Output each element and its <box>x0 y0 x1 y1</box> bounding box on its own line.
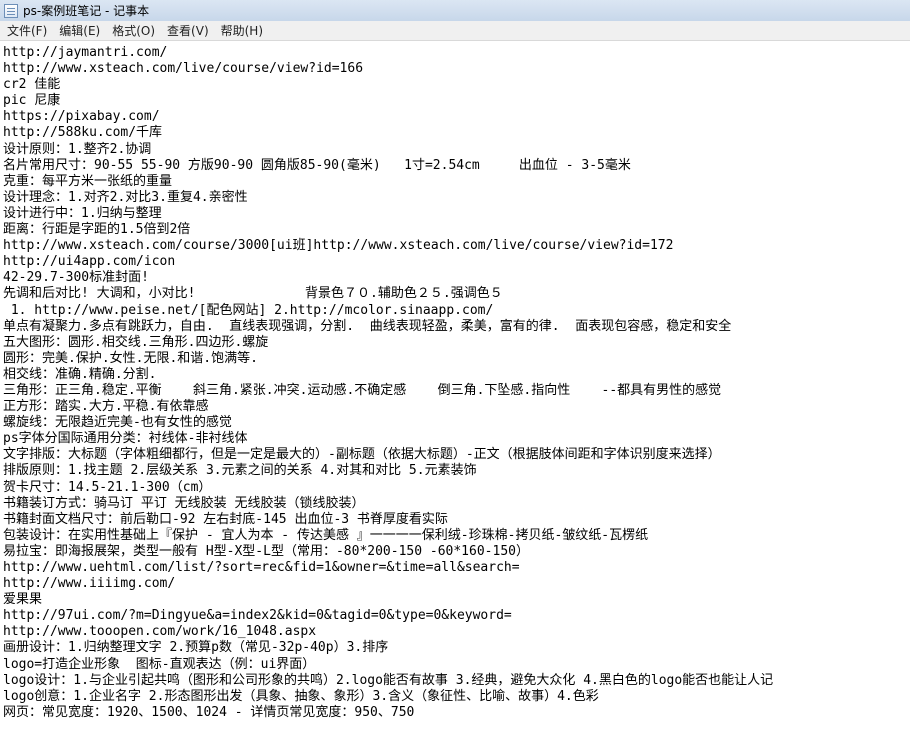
text-line: 爱果果 <box>3 592 43 608</box>
text-line: 包装设计：在实用性基础上『保护 - 宜人为本 - 传达美感 』一一一一保利绒-珍… <box>3 527 649 543</box>
text-line: 五大图形：圆形.相交线.三角形.四边形.螺旋 <box>3 334 269 350</box>
text-line: 书籍装订方式：骑马订 平订 无线胶装 无线胶装（锁线胶装） <box>3 495 365 511</box>
window-title: ps-案例班笔记 - 记事本 <box>23 4 150 18</box>
text-line: https://pixabay.com/ <box>3 109 160 125</box>
menu-file[interactable]: 文件(F) <box>2 22 52 39</box>
text-line: 1. http://www.peise.net/[配色网站] 2.http://… <box>3 302 494 318</box>
notepad-window: ps-案例班笔记 - 记事本 文件(F) 编辑(E) 格式(O) 查看(V) 帮… <box>0 0 910 729</box>
text-line: 三角形：正三角.稳定.平衡 斜三角.紧张.冲突.运动感.不确定感 倒三角.下坠感… <box>3 382 722 398</box>
text-line: http://www.xsteach.com/course/3000[ui班]h… <box>3 238 674 254</box>
menu-edit[interactable]: 编辑(E) <box>54 22 105 39</box>
text-line: 画册设计：1.归纳整理文字 2.预算p数（常见-32p-40p）3.排序 <box>3 640 389 656</box>
text-line: http://588ku.com/千库 <box>3 125 163 141</box>
text-line: 螺旋线：无限趋近完美-也有女性的感觉 <box>3 415 232 431</box>
text-line: http://www.xsteach.com/live/course/view?… <box>3 61 364 77</box>
text-line: http://ui4app.com/icon <box>3 254 176 270</box>
text-editor[interactable]: http://jaymantri.com/http://www.xsteach.… <box>0 42 910 729</box>
text-line: 相交线：准确.精确.分割. <box>3 366 157 382</box>
text-line: logo=打造企业形象 图标-直观表达（例：ui界面） <box>3 656 316 672</box>
text-line: 先调和后对比! 大调和，小对比! 背景色７０.辅助色２５.强调色５ <box>3 286 503 302</box>
text-line: http://www.iiiimg.com/ <box>3 576 176 592</box>
text-line: ps字体分国际通用分类：衬线体-非衬线体 <box>3 431 248 447</box>
menu-help[interactable]: 帮助(H) <box>216 22 268 39</box>
menu-bar: 文件(F) 编辑(E) 格式(O) 查看(V) 帮助(H) <box>0 21 910 41</box>
text-line: 名片常用尺寸：90-55 55-90 方版90-90 圆角版85-90(毫米) … <box>3 157 631 173</box>
menu-format[interactable]: 格式(O) <box>107 22 160 39</box>
text-line: 设计理念：1.对齐2.对比3.重复4.亲密性 <box>3 189 248 205</box>
text-line: 单点有凝聚力.多点有跳跃力，自由. 直线表现强调，分割. 曲线表现轻盈，柔美，富… <box>3 318 732 334</box>
text-line: http://www.tooopen.com/work/16_1048.aspx <box>3 624 317 640</box>
text-line: 易拉宝：即海报展架，类型一般有 H型-X型-L型（常用：-80*200-150 … <box>3 543 529 559</box>
text-line: cr2 佳能 <box>3 77 61 93</box>
text-line: 距离：行距是字距的1.5倍到2倍 <box>3 222 191 238</box>
document-text[interactable]: http://jaymantri.com/http://www.xsteach.… <box>0 42 910 721</box>
text-line: http://jaymantri.com/ <box>3 45 168 60</box>
text-line: 42-29.7-300标准封面! <box>3 270 149 286</box>
text-line: 正方形：踏实.大方.平稳.有依靠感 <box>3 399 209 415</box>
text-line: 网页：常见宽度：1920、1500、1024 - 详情页常见宽度：950、750 <box>3 704 415 720</box>
text-line: 设计原则：1.整齐2.协调 <box>3 141 152 157</box>
text-line: 克重：每平方米一张纸的重量 <box>3 173 173 189</box>
text-line: http://www.uehtml.com/list/?sort=rec&fid… <box>3 560 520 575</box>
text-line: 圆形：完美.保护.女性.无限.和谐.饱满等. <box>3 350 258 366</box>
menu-view[interactable]: 查看(V) <box>162 22 214 39</box>
text-line: logo创意：1.企业名字 2.形态图形出发（具象、抽象、象形）3.含义（象征性… <box>3 688 599 704</box>
text-line: logo设计：1.与企业引起共鸣（图形和公司形象的共鸣）2.logo能否有故事 … <box>3 672 774 688</box>
text-line: 文字排版：大标题（字体粗细都行，但是一定是最大的）-副标题（依据大标题）-正文（… <box>3 447 721 463</box>
text-line: 书籍封面文档尺寸：前后勒口-92 左右封底-145 出血位-3 书脊厚度看实际 <box>3 511 448 527</box>
text-line: http://97ui.com/?m=Dingyue&a=index2&kid=… <box>3 608 512 624</box>
notepad-icon[interactable] <box>4 3 18 18</box>
title-bar: ps-案例班笔记 - 记事本 <box>0 0 910 21</box>
text-line: 排版原则：1.找主题 2.层级关系 3.元素之间的关系 4.对其和对比 5.元素… <box>3 463 477 479</box>
text-line: 设计进行中：1.归纳与整理 <box>3 205 162 221</box>
text-line: 贺卡尺寸：14.5-21.1-300（cm） <box>3 479 212 495</box>
text-line: pic 尼康 <box>3 93 61 109</box>
